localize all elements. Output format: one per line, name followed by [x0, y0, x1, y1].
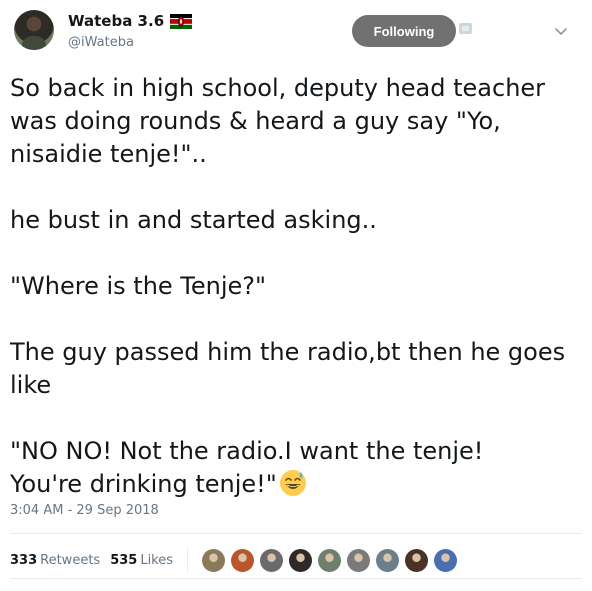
liker-avatar[interactable]: [260, 548, 284, 572]
liker-avatar[interactable]: [202, 548, 226, 572]
stats-divider: [187, 547, 189, 573]
retweets-stat[interactable]: 333 Retweets: [10, 553, 100, 568]
retweets-label: Retweets: [40, 552, 101, 568]
likes-count: 535: [110, 552, 138, 568]
tweet-text: So back in high school, deputy head teac…: [10, 72, 582, 501]
liker-avatar[interactable]: [376, 548, 400, 572]
tweet-header: Wateba 3.6 @iWateba Following: [0, 0, 592, 64]
author-avatar[interactable]: [14, 10, 54, 50]
tweet-body: So back in high school, deputy head teac…: [10, 74, 566, 498]
chevron-down-icon[interactable]: [552, 22, 570, 40]
liker-avatar[interactable]: [318, 548, 342, 572]
likes-stat[interactable]: 535 Likes: [110, 553, 173, 568]
kenya-flag-icon: [170, 13, 193, 29]
liker-avatars: [202, 548, 463, 572]
liker-avatar[interactable]: [347, 548, 371, 572]
divider-top: [10, 533, 582, 534]
divider-bottom: [10, 578, 582, 579]
liker-avatar[interactable]: [231, 548, 255, 572]
tweet-stats: 333 Retweets 535 Likes: [10, 547, 463, 573]
liker-avatar[interactable]: [289, 548, 313, 572]
tweet-timestamp[interactable]: 3:04 AM - 29 Sep 2018: [10, 503, 159, 518]
notification-icon[interactable]: [459, 23, 472, 34]
retweets-count: 333: [10, 552, 38, 568]
author-name[interactable]: Wateba 3.6: [68, 12, 164, 30]
grinning-face-with-sweat-icon: [279, 470, 306, 496]
author-handle[interactable]: @iWateba: [68, 35, 134, 50]
likes-label: Likes: [140, 552, 174, 568]
liker-avatar[interactable]: [434, 548, 458, 572]
following-button[interactable]: Following: [352, 15, 456, 47]
author-name-row: Wateba 3.6: [68, 12, 193, 30]
liker-avatar[interactable]: [405, 548, 429, 572]
avatar-figure: [22, 36, 46, 50]
